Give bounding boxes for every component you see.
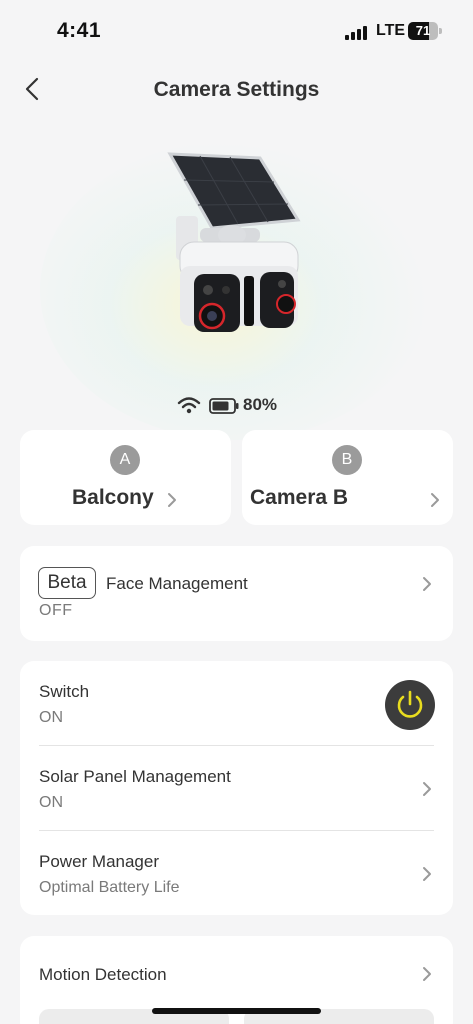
power-toggle-button[interactable] <box>385 680 435 730</box>
phone-battery-level: 71 <box>415 23 431 38</box>
solar-panel-value: ON <box>39 794 63 811</box>
power-manager-label[interactable]: Power Manager <box>39 852 159 872</box>
chevron-right-icon <box>423 967 431 981</box>
channel-b-name: Camera B <box>250 486 349 509</box>
cellular-signal-icon <box>345 26 367 40</box>
wifi-icon <box>177 397 201 414</box>
phone-battery-icon: 71 <box>408 22 442 40</box>
channel-a-name: Balcony <box>72 486 154 509</box>
network-type: LTE <box>376 22 406 39</box>
camera-battery-icon <box>209 398 239 414</box>
status-time: 4:41 <box>57 19 102 42</box>
divider <box>39 745 434 746</box>
solar-panel-label[interactable]: Solar Panel Management <box>39 767 231 787</box>
chevron-right-icon[interactable] <box>422 781 432 797</box>
face-management-label: Face Management <box>106 574 248 593</box>
home-indicator[interactable] <box>152 1008 321 1014</box>
channel-b-card[interactable]: B Camera B <box>242 430 453 525</box>
device-status: 80% <box>0 394 473 418</box>
page-title: Camera Settings <box>153 78 320 101</box>
chevron-right-icon <box>431 493 439 507</box>
battery-percent: 80% <box>243 395 278 414</box>
switch-value: ON <box>39 709 63 726</box>
solar-camera-image <box>167 152 301 332</box>
switch-label: Switch <box>39 682 90 701</box>
face-management-value: OFF <box>39 602 73 619</box>
channel-a-card[interactable]: A Balcony <box>20 430 231 525</box>
divider <box>39 830 434 831</box>
beta-tag: Beta <box>38 567 96 599</box>
status-bar: 4:41 LTE 71 <box>0 0 473 60</box>
chevron-right-icon <box>423 577 431 591</box>
face-management-row[interactable]: Beta Face Management OFF <box>20 546 453 641</box>
power-manager-value: Optimal Battery Life <box>39 879 180 896</box>
power-icon <box>397 690 423 718</box>
channel-b-badge: B <box>332 445 362 475</box>
motion-detection-label: Motion Detection <box>39 965 167 984</box>
chevron-right-icon[interactable] <box>422 866 432 882</box>
power-settings-card: Switch ON Solar Panel Management ON Powe… <box>20 661 453 915</box>
channel-a-badge: A <box>110 445 140 475</box>
chevron-right-icon <box>168 493 176 507</box>
